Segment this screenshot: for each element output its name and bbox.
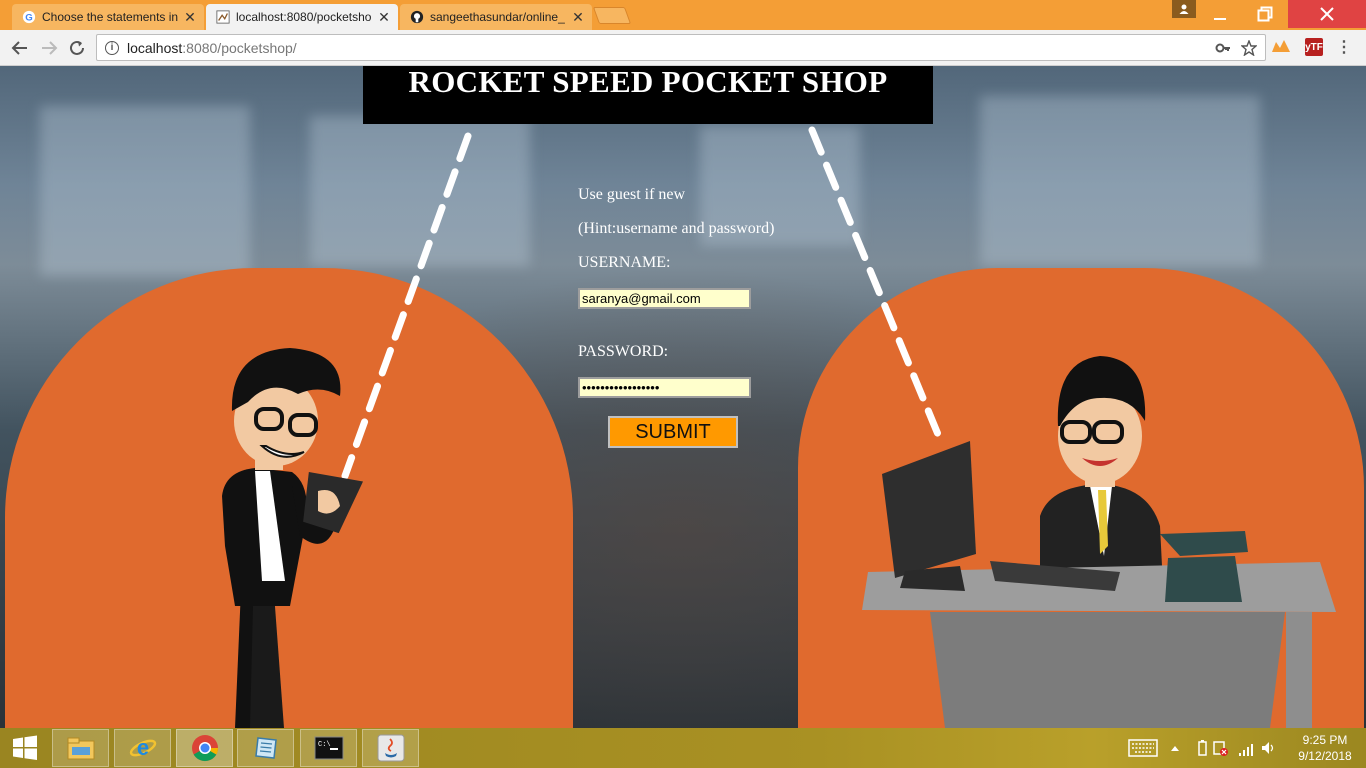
taskbar-file-explorer[interactable] [52,729,109,767]
speaker-icon [1262,742,1274,754]
clock[interactable]: 9:25 PM 9/12/2018 [1290,732,1360,764]
browser-tab-strip: G Choose the statements in ✕ localhost:8… [0,0,1366,30]
menu-dots-icon[interactable]: ⋮ [1335,38,1353,56]
profile-icon[interactable] [1172,0,1196,18]
taskbar-notebook-app[interactable] [237,729,294,767]
arrow-left-icon [11,41,27,55]
keyboard-icon [1128,739,1158,757]
battery-icon [1198,740,1207,756]
man-with-phone-illustration [222,348,364,728]
tab-google-search[interactable]: G Choose the statements in ✕ [12,4,204,30]
maximize-button[interactable] [1242,0,1288,28]
reload-button[interactable] [65,36,89,60]
network-disconnected-icon [1213,741,1228,756]
minimize-button[interactable] [1197,0,1243,28]
arrow-right-icon [42,41,58,55]
forward-button[interactable] [37,36,61,60]
taskbar-command-prompt[interactable]: C:\ [300,729,357,767]
page-viewport: ROCKET SPEED POCKET SHOP Use guest if ne… [0,66,1366,728]
notebook-app-icon [254,737,277,759]
submit-button[interactable]: SUBMIT [608,416,738,448]
taskbar-internet-explorer[interactable]: e [114,729,171,767]
taskbar-java[interactable] [362,729,419,767]
browser-toolbar: i localhost:8080/pocketshop/ yTF ⋮ [0,30,1366,66]
windows-logo-icon [13,735,37,760]
key-icon[interactable] [1215,40,1231,56]
restore-icon [1257,6,1273,22]
reload-icon [70,40,84,55]
close-tab-icon[interactable]: ✕ [182,9,198,26]
chrome-icon [191,735,218,762]
command-prompt-icon: C:\ [314,736,343,760]
clock-time: 9:25 PM [1302,733,1348,747]
taskbar: e C:\ 9:25 PM 9/12/2018 [0,728,1366,768]
signal-line-left [341,132,472,480]
site-header: ROCKET SPEED POCKET SHOP [363,66,933,124]
page-icon [216,10,230,24]
extension-ytf-icon[interactable]: yTF [1305,38,1323,56]
file-explorer-icon [67,737,94,760]
internet-explorer-icon: e [129,735,156,760]
clock-date: 9/12/2018 [1298,749,1352,763]
bookmark-star-icon[interactable] [1241,39,1257,56]
svg-text:C:\: C:\ [318,741,331,749]
github-icon [410,10,424,24]
google-icon: G [22,10,36,24]
close-tab-icon[interactable]: ✕ [570,9,586,26]
java-icon [377,734,404,762]
signal-line-right [808,126,946,448]
start-button[interactable] [0,729,50,767]
page-title: ROCKET SPEED POCKET SHOP [408,66,888,99]
username-input[interactable] [578,288,751,309]
extension-ftp-icon[interactable] [1272,38,1290,56]
man-at-desk-illustration [862,356,1336,728]
back-button[interactable] [8,36,32,60]
guest-hint: Use guest if new [578,186,686,203]
info-icon[interactable]: i [105,40,119,55]
username-label: USERNAME: [578,254,671,271]
svg-text:G: G [25,13,32,24]
url-path: :8080/pocketshop/ [182,39,297,56]
close-window-button[interactable] [1288,0,1366,28]
password-input[interactable] [578,377,751,398]
tab-pocketshop[interactable]: localhost:8080/pocketsho ✕ [206,4,398,30]
credentials-hint: (Hint:username and password) [578,220,775,237]
system-tray[interactable] [1126,736,1276,760]
signal-icon [1239,744,1253,756]
password-label: PASSWORD: [578,343,669,360]
new-tab-button[interactable] [592,7,632,24]
address-bar[interactable]: i localhost:8080/pocketshop/ [96,34,1266,61]
tab-github[interactable]: sangeethasundar/online_ ✕ [400,4,592,30]
taskbar-chrome[interactable] [176,729,233,767]
svg-text:e: e [136,735,148,760]
url-host: localhost [127,39,183,56]
close-tab-icon[interactable]: ✕ [376,9,392,26]
chevron-up-icon [1171,746,1179,751]
close-icon [1320,7,1334,21]
minimize-icon [1214,18,1226,20]
